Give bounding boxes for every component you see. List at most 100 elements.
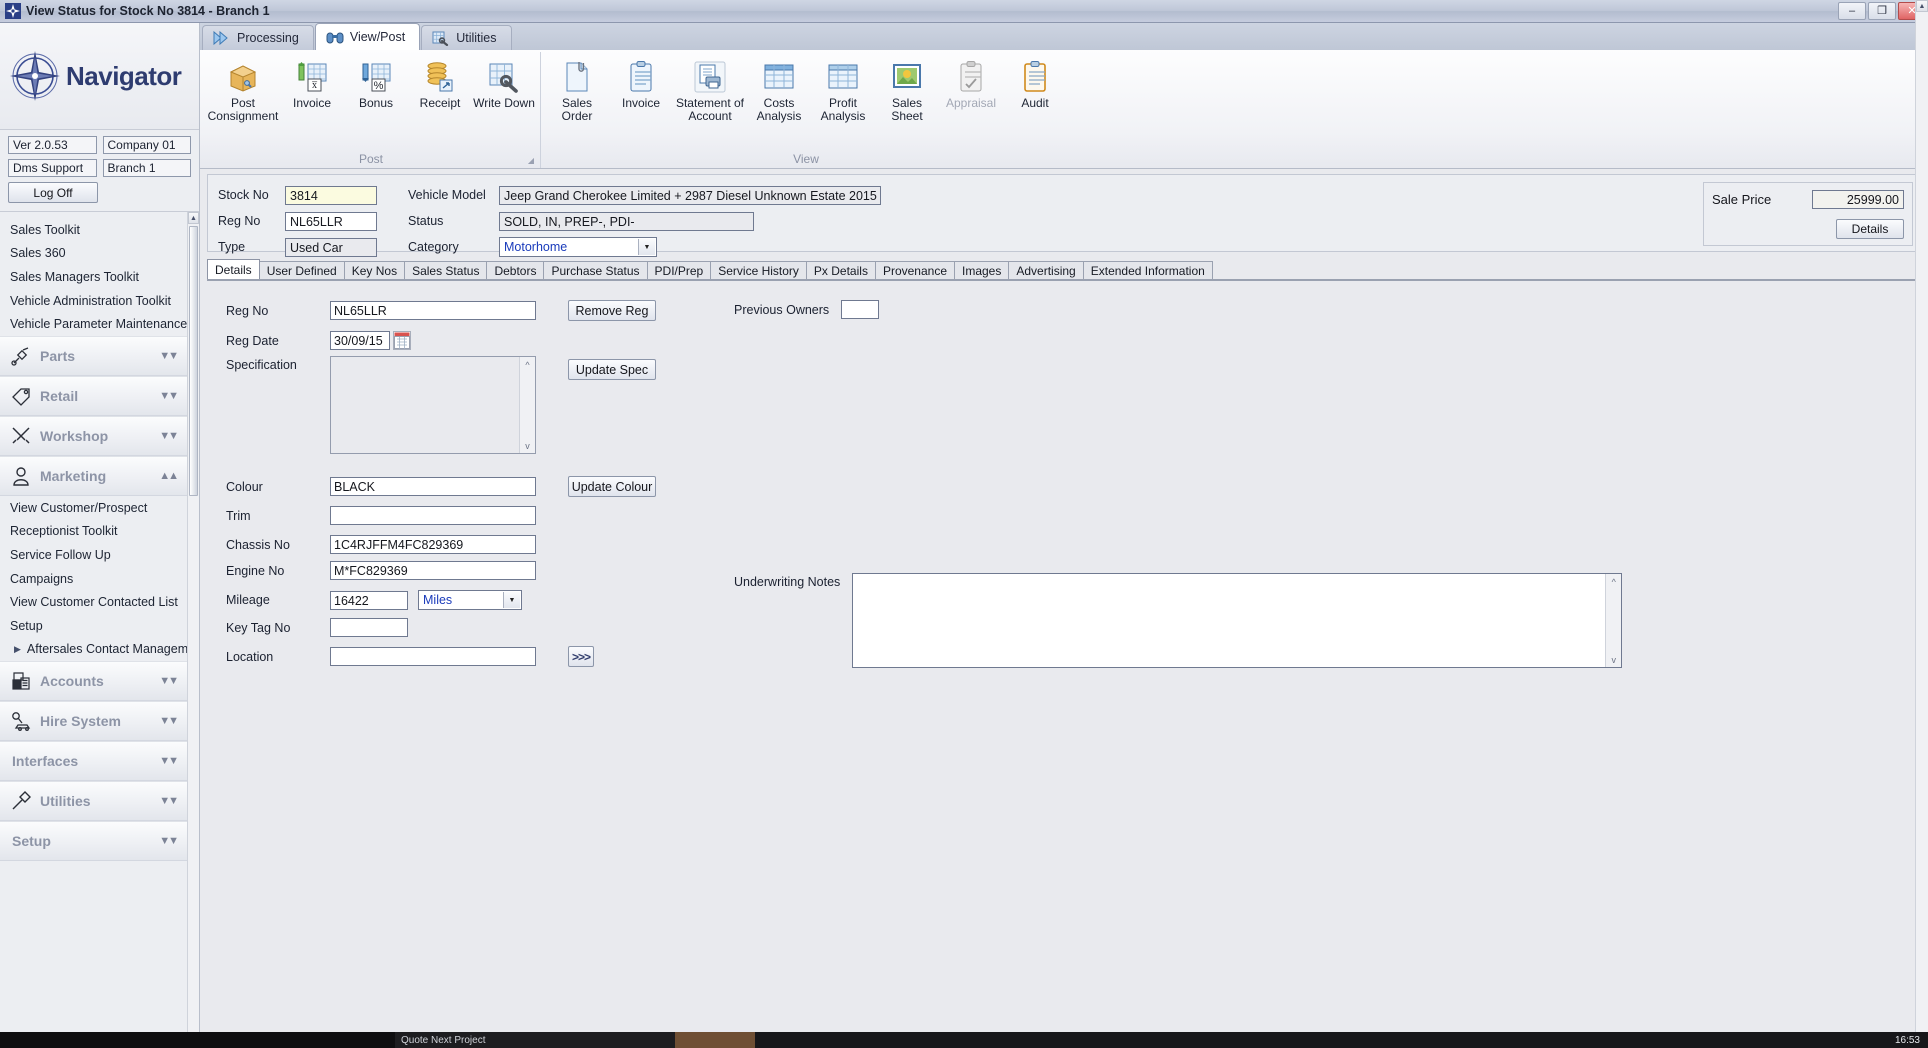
tab-key-nos[interactable]: Key Nos: [343, 261, 406, 279]
tab-px-details[interactable]: Px Details: [805, 261, 876, 279]
sidebar-item-receptionist-toolkit[interactable]: Receptionist Toolkit: [0, 520, 187, 544]
trim-input[interactable]: [330, 506, 536, 525]
reg-no-field[interactable]: NL65LLR: [285, 211, 377, 231]
ribbon-tab-label: View/Post: [349, 30, 406, 44]
view-invoice-button[interactable]: Invoice: [609, 58, 673, 130]
sidebar-item-service-follow-up[interactable]: Service Follow Up: [0, 543, 187, 567]
tab-pdi-prep[interactable]: PDI/Prep: [646, 261, 712, 279]
statement-of-account-button[interactable]: Statement of Account: [673, 58, 747, 130]
reg-date-input[interactable]: 30/09/15: [330, 331, 390, 350]
appraisal-button: Appraisal: [939, 58, 1003, 130]
tab-details[interactable]: Details: [207, 259, 260, 279]
update-colour-button[interactable]: Update Colour: [568, 476, 656, 497]
post-consignment-button[interactable]: Post Consignment: [206, 58, 280, 130]
scroll-down-arrow-icon[interactable]: v: [1606, 652, 1621, 667]
maximize-button[interactable]: ❐: [1868, 2, 1896, 20]
sidebar-item-sales-360[interactable]: Sales 360: [0, 242, 187, 266]
sidebar-group-parts[interactable]: Parts ▼▼: [0, 335, 187, 376]
tab-user-defined[interactable]: User Defined: [258, 261, 345, 279]
post-invoice-button[interactable]: x̅ Invoice: [280, 58, 344, 130]
chevron-down-icon[interactable]: ▼: [503, 592, 520, 608]
sidebar-group-marketing[interactable]: Marketing ▲▲: [0, 455, 187, 496]
tab-images[interactable]: Images: [954, 261, 1010, 279]
receipt-button[interactable]: Receipt: [408, 58, 472, 130]
chassis-no-input[interactable]: 1C4RJFFM4FC829369: [330, 535, 536, 554]
sidebar-group-retail[interactable]: Retail ▼▼: [0, 375, 187, 416]
minimize-button[interactable]: –: [1838, 2, 1866, 20]
scroll-up-arrow-icon[interactable]: ^: [1606, 574, 1621, 589]
sidebar-item-aftersales-contact-management[interactable]: ▶ Aftersales Contact Management: [0, 638, 199, 662]
sidebar-item-vehicle-parameter-maintenance[interactable]: Vehicle Parameter Maintenance: [0, 312, 187, 336]
sidebar-item-view-customer-contacted-list[interactable]: View Customer Contacted List: [0, 590, 187, 614]
ribbon-tab-processing[interactable]: Processing: [202, 25, 314, 50]
ribbon-tab-view-post[interactable]: View/Post: [314, 23, 421, 50]
sales-order-button[interactable]: Sales Order: [545, 58, 609, 130]
sidebar-item-sales-managers-toolkit[interactable]: Sales Managers Toolkit: [0, 265, 187, 289]
log-off-button[interactable]: Log Off: [8, 182, 98, 203]
window-controls[interactable]: – ❐ ✕: [1838, 2, 1926, 20]
scrollbar-thumb[interactable]: [189, 226, 198, 496]
sales-sheet-button[interactable]: Sales Sheet: [875, 58, 939, 130]
mileage-unit-select[interactable]: Miles ▼: [418, 590, 522, 610]
category-select[interactable]: Motorhome ▼: [499, 237, 657, 257]
tab-service-history[interactable]: Service History: [710, 261, 807, 279]
tab-extended-information[interactable]: Extended Information: [1082, 261, 1213, 279]
chevron-down-icon[interactable]: ▼: [638, 239, 655, 255]
specification-textarea[interactable]: ^ v: [330, 356, 536, 454]
write-down-button[interactable]: Write Down: [472, 58, 536, 130]
sidebar-group-accounts[interactable]: Accounts ▼▼: [0, 661, 187, 702]
sidebar-item-sales-toolkit[interactable]: Sales Toolkit: [0, 218, 187, 242]
location-row: Location >>>: [226, 646, 594, 667]
calendar-icon[interactable]: [393, 331, 411, 350]
tab-purchase-status[interactable]: Purchase Status: [543, 261, 648, 279]
scroll-up-arrow-icon[interactable]: ▲: [1916, 0, 1928, 12]
coins-icon: [423, 60, 457, 94]
update-spec-button[interactable]: Update Spec: [568, 359, 656, 380]
sidebar-group-setup[interactable]: Setup ▼▼: [0, 821, 187, 862]
scroll-down-arrow-icon[interactable]: v: [520, 438, 535, 453]
colour-input[interactable]: BLACK: [330, 477, 536, 496]
key-tag-no-input[interactable]: [330, 618, 408, 637]
mileage-input[interactable]: 16422: [330, 590, 408, 610]
sidebar-group-hire-system[interactable]: Hire System ▼▼: [0, 701, 187, 742]
costs-analysis-button[interactable]: Costs Analysis: [747, 58, 811, 130]
scroll-up-arrow-icon[interactable]: ▲: [188, 212, 199, 224]
tab-provenance[interactable]: Provenance: [874, 261, 955, 279]
window-scrollbar[interactable]: ▲: [1915, 0, 1928, 1048]
underwriting-notes-textarea[interactable]: ^ v: [852, 573, 1623, 668]
reg-no-input[interactable]: NL65LLR: [330, 301, 536, 320]
taskbar-active-item[interactable]: [675, 1032, 755, 1048]
remove-reg-button[interactable]: Remove Reg: [568, 300, 656, 321]
stock-no-field[interactable]: 3814: [285, 185, 377, 205]
taskbar-item[interactable]: Quote Next Project: [395, 1032, 675, 1048]
sidebar-group-workshop[interactable]: Workshop ▼▼: [0, 415, 187, 456]
scroll-up-arrow-icon[interactable]: ^: [520, 357, 535, 372]
tab-advertising[interactable]: Advertising: [1008, 261, 1084, 279]
underwriting-notes-scrollbar[interactable]: ^ v: [1605, 574, 1622, 667]
sidebar-group-utilities[interactable]: Utilities ▼▼: [0, 781, 187, 822]
engine-no-input[interactable]: M*FC829369: [330, 561, 536, 580]
ribbon-tab-utilities[interactable]: Utilities: [421, 25, 512, 50]
tab-debtors[interactable]: Debtors: [486, 261, 545, 279]
sidebar-item-setup[interactable]: Setup: [0, 614, 187, 638]
location-expand-button[interactable]: >>>: [568, 646, 594, 667]
bonus-button[interactable]: % Bonus: [344, 58, 408, 130]
category-label: Category: [408, 240, 459, 254]
tab-sales-status[interactable]: Sales Status: [404, 261, 488, 279]
specification-scrollbar[interactable]: ^ v: [519, 357, 535, 453]
sale-price-details-button[interactable]: Details: [1836, 219, 1904, 239]
sidebar-group-interfaces[interactable]: Interfaces ▼▼: [0, 741, 187, 782]
print-document-icon: [693, 60, 727, 94]
sidebar-scrollbar[interactable]: ▲ ▼: [187, 212, 199, 1048]
previous-owners-input[interactable]: [841, 300, 880, 319]
sidebar-group-label: Accounts: [40, 673, 104, 690]
ribbon-group-view: Sales Order Invoice Statement of Account…: [541, 52, 1071, 168]
dialog-launcher-icon[interactable]: ◢: [528, 156, 534, 165]
sidebar-item-vehicle-administration-toolkit[interactable]: Vehicle Administration Toolkit: [0, 289, 187, 313]
stock-header-panel: Stock No 3814 Reg No NL65LLR Type Used C…: [207, 174, 1922, 257]
sidebar-item-view-customer-prospect[interactable]: View Customer/Prospect: [0, 496, 187, 520]
sidebar-item-campaigns[interactable]: Campaigns: [0, 567, 187, 591]
profit-analysis-button[interactable]: Profit Analysis: [811, 58, 875, 130]
location-input[interactable]: [330, 647, 536, 666]
audit-button[interactable]: Audit: [1003, 58, 1067, 130]
